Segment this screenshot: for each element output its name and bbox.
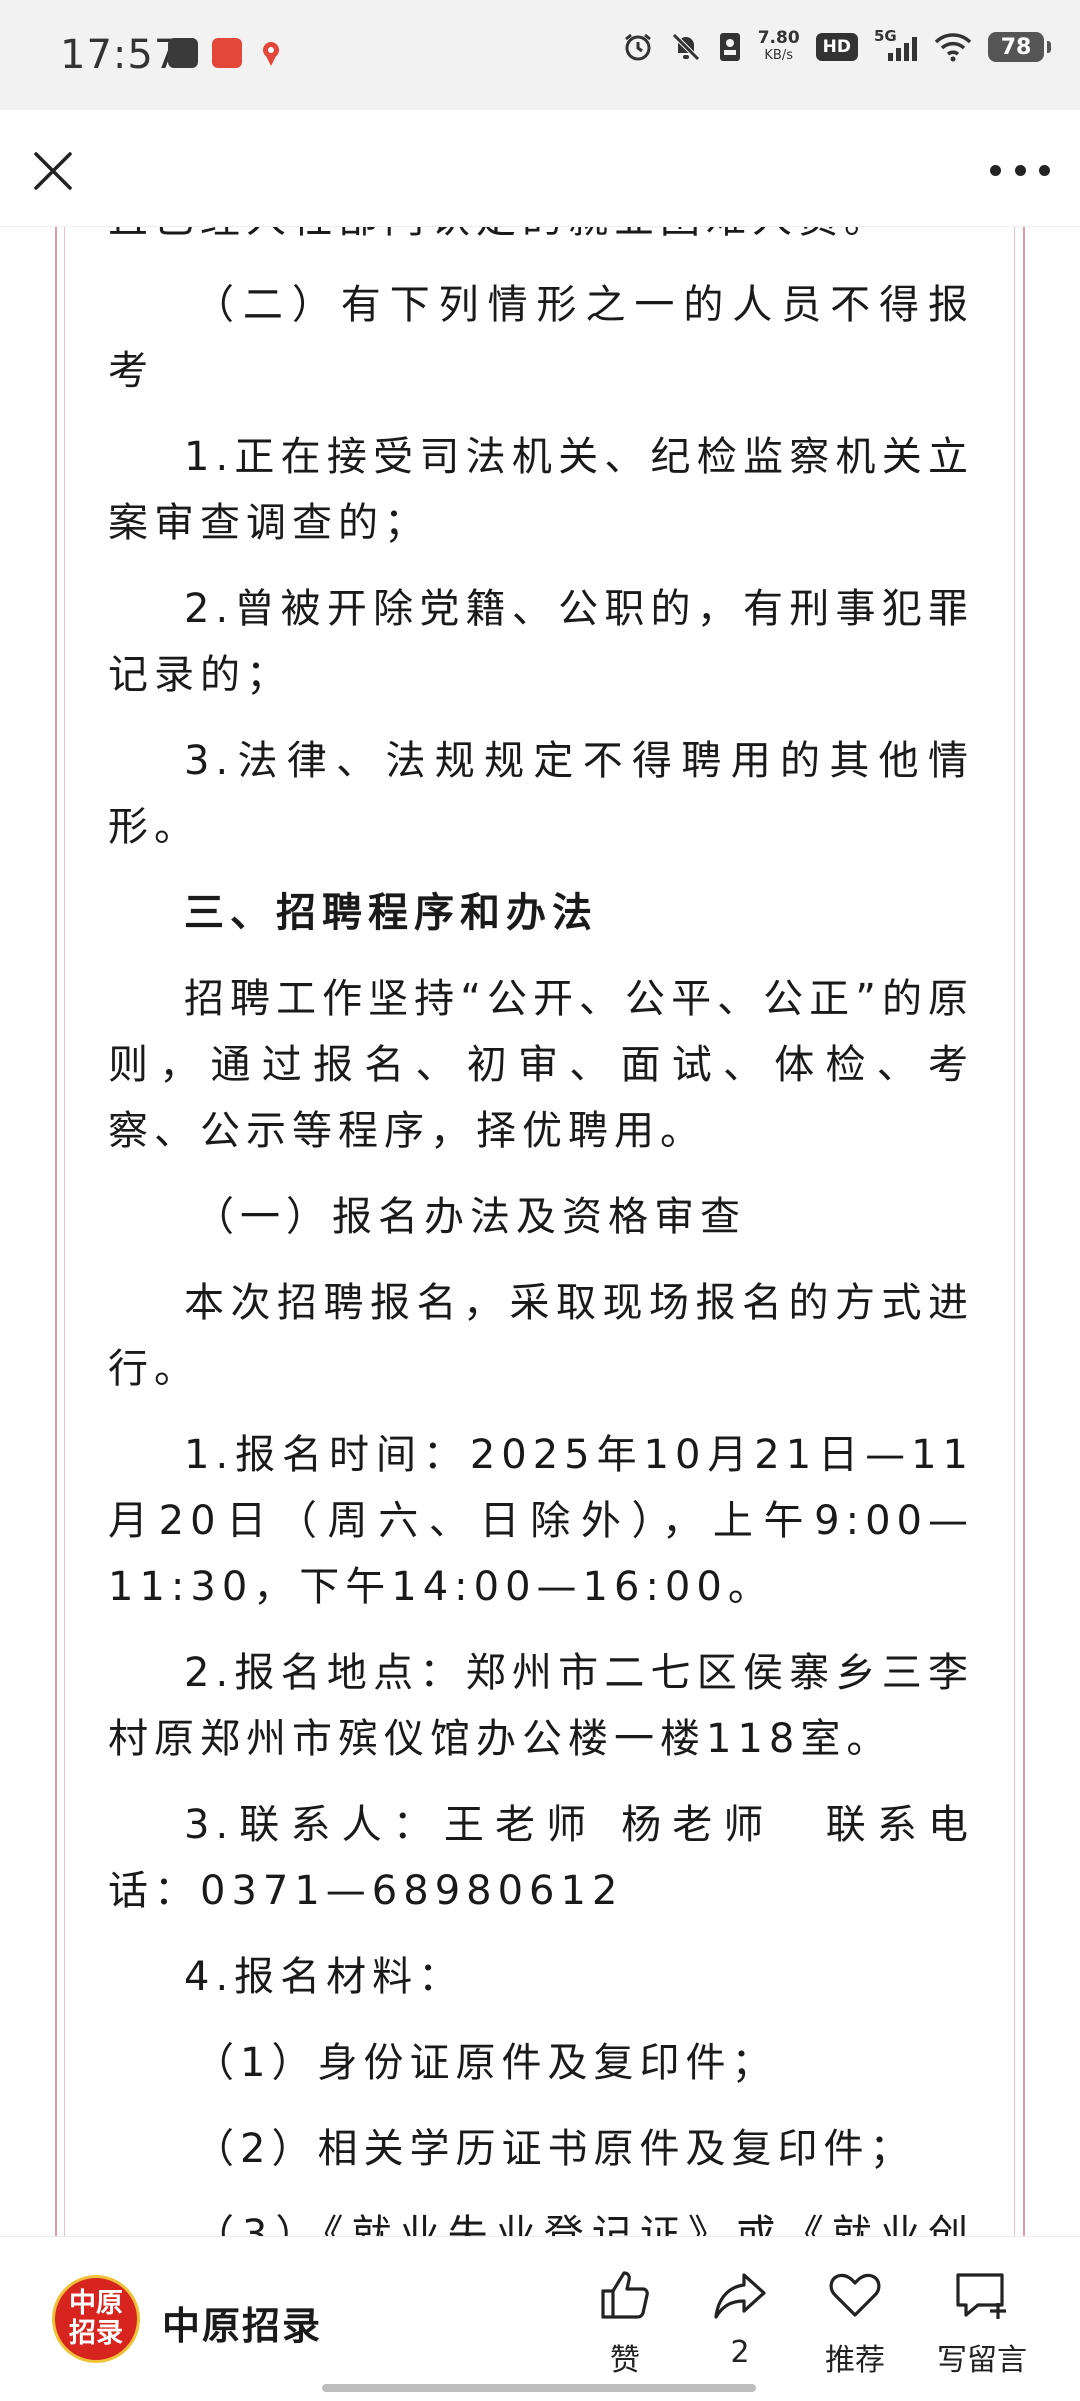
account-logo[interactable]: 中原 招录 bbox=[52, 2275, 140, 2363]
decorative-border-left-inner bbox=[64, 226, 65, 2236]
status-time: 17:57 bbox=[60, 32, 181, 78]
net-speed-value: 7.80 bbox=[757, 28, 800, 48]
net-speed: 7.80 KB/s bbox=[758, 30, 800, 64]
logo-text-line1: 中原 bbox=[69, 2288, 123, 2319]
decorative-border-right-inner bbox=[1014, 226, 1015, 2236]
close-icon bbox=[34, 152, 72, 190]
article-section-heading: 三、招聘程序和办法 bbox=[184, 890, 598, 936]
decorative-border-left bbox=[55, 226, 57, 2236]
home-indicator[interactable] bbox=[322, 2384, 756, 2392]
article-paragraph: 招聘工作坚持“公开、公平、公正”的原则，通过报名、初审、面试、体检、考察、公示等… bbox=[108, 976, 974, 1154]
more-dot bbox=[1014, 164, 1026, 176]
app-notification-icon bbox=[212, 38, 242, 68]
recommend-label: 推荐 bbox=[825, 2343, 885, 2378]
battery-indicator: 78 bbox=[988, 32, 1051, 62]
article-list-item: （3）《就业失业登记证》或《就业创业证》原件及复 bbox=[194, 2212, 974, 2236]
signal-5g: 5G bbox=[874, 27, 918, 63]
signal-bars-icon bbox=[888, 37, 917, 61]
like-button[interactable]: 赞 bbox=[575, 2267, 675, 2379]
close-button[interactable] bbox=[28, 146, 78, 196]
notification-icons bbox=[168, 38, 286, 68]
top-nav bbox=[0, 110, 1080, 227]
share-button[interactable]: 2 bbox=[690, 2267, 790, 2370]
share-arrow-icon bbox=[714, 2273, 766, 2319]
article-viewport[interactable]: 且已经人社部门认定的就业困难人员。 （二）有下列情形之一的人员不得报考 1.正在… bbox=[0, 226, 1080, 2236]
article-paragraph: 1.报名时间：2025年10月21日—11月20日（周六、日除外），上午9:00… bbox=[108, 1432, 974, 1610]
app-notification-icon bbox=[168, 38, 198, 68]
article-list-item: （1）身份证原件及复印件； bbox=[194, 2040, 778, 2086]
decorative-border-right bbox=[1023, 226, 1025, 2236]
wifi-icon bbox=[934, 33, 972, 62]
like-label: 赞 bbox=[610, 2343, 640, 2378]
map-pin-icon bbox=[256, 38, 286, 68]
article-paragraph: 1.正在接受司法机关、纪检监察机关立案审查调查的； bbox=[108, 434, 974, 546]
logo-text-line2: 招录 bbox=[69, 2318, 123, 2349]
comment-add-icon bbox=[956, 2273, 1006, 2319]
article-paragraph: 本次招聘报名，采取现场报名的方式进行。 bbox=[108, 1280, 974, 1392]
more-dot bbox=[990, 164, 1001, 176]
alarm-icon bbox=[624, 33, 651, 61]
comment-label: 写留言 bbox=[937, 2343, 1027, 2378]
article-paragraph: 2.曾被开除党籍、公职的，有刑事犯罪记录的； bbox=[108, 586, 974, 698]
article-paragraph: 4.报名材料： bbox=[184, 1954, 465, 2000]
article-paragraph: 且已经人社部门认定的就业困难人员。 bbox=[108, 226, 974, 252]
more-dot bbox=[1039, 164, 1050, 176]
bottom-action-bar: 中原 招录 中原招录 赞 2 推荐 写留言 bbox=[0, 2236, 1080, 2401]
article-paragraph: 2.报名地点：郑州市二七区侯寨乡三李村原郑州市殡仪馆办公楼一楼118室。 bbox=[108, 1650, 974, 1762]
article-paragraph: 3.法律、法规规定不得聘用的其他情形。 bbox=[108, 738, 974, 850]
hd-badge: HD bbox=[815, 33, 858, 61]
net-speed-unit: KB/s bbox=[764, 48, 793, 63]
article-paragraph: 3.联系人：王老师 杨老师 联系电话：0371—68980612 bbox=[108, 1802, 974, 1914]
share-count: 2 bbox=[730, 2335, 750, 2370]
heart-icon bbox=[829, 2273, 881, 2317]
article-body: 且已经人社部门认定的就业困难人员。 （二）有下列情形之一的人员不得报考 1.正在… bbox=[108, 226, 974, 2236]
thumbs-up-icon bbox=[601, 2271, 649, 2319]
article-list-item: （2）相关学历证书原件及复印件； bbox=[194, 2126, 916, 2172]
account-name[interactable]: 中原招录 bbox=[162, 2295, 322, 2350]
article-subheading: （一）报名办法及资格审查 bbox=[194, 1194, 746, 1240]
status-bar: 17:57 7.80 KB/s HD 5G 78 bbox=[0, 0, 1080, 110]
sim-icon bbox=[719, 33, 740, 61]
mute-bell-icon bbox=[671, 33, 700, 61]
article-subheading: （二）有下列情形之一的人员不得报考 bbox=[108, 282, 974, 394]
recommend-button[interactable]: 推荐 bbox=[805, 2267, 905, 2379]
status-right: 7.80 KB/s HD 5G 78 bbox=[622, 27, 1051, 64]
comment-button[interactable]: 写留言 bbox=[922, 2267, 1042, 2379]
more-button[interactable] bbox=[990, 158, 1050, 182]
